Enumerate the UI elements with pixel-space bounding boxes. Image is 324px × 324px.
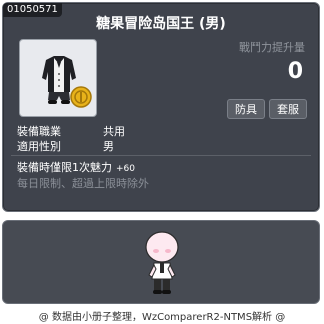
divider: [11, 155, 311, 156]
charm-limit: 裝備時僅限1次魅力 +60: [17, 159, 135, 175]
gender-label: 適用性別: [17, 140, 61, 153]
character-preview: [2, 220, 320, 304]
item-title: 糖果冒险岛国王 (男): [96, 16, 226, 32]
gender-row: 適用性別 男: [17, 138, 114, 154]
job-row: 裝備職業 共用: [17, 123, 125, 139]
charm-bonus: +60: [116, 164, 135, 174]
job-label: 裝備職業: [17, 125, 61, 138]
footer-credit: @ 数据由小册子整理，WzComparerR2-NTMS解析 @: [38, 312, 286, 323]
item-icon-box: [19, 39, 97, 117]
set-tag: 套服: [269, 99, 307, 119]
combat-power-label: 戰鬥力提升量: [239, 41, 305, 54]
armor-tag: 防具: [227, 99, 265, 119]
combat-power-value: 0: [287, 59, 303, 84]
gender-value: 男: [103, 140, 114, 153]
item-tooltip: 01050571 糖果冒险岛国王 (男) 戰鬥力提升量 0 防具 套服 裝備職業…: [2, 2, 320, 212]
job-value: 共用: [103, 125, 125, 138]
charm-limit-text: 裝備時僅限1次魅力: [17, 161, 112, 174]
coin-icon: [70, 86, 92, 108]
character-avatar-icon: [145, 231, 179, 294]
daily-limit-notice: 每日限制、超過上限時除外: [17, 177, 149, 190]
